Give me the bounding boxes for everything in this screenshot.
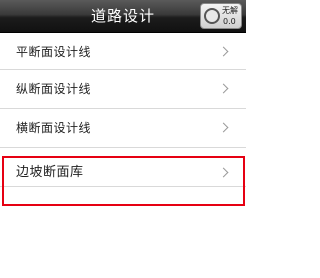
- menu-item-profile-design-line[interactable]: 纵断面设计线: [0, 70, 246, 109]
- chevron-right-icon: [218, 83, 229, 94]
- chevron-right-icon: [218, 122, 229, 133]
- menu-item-cross-section-design-line[interactable]: 横断面设计线: [0, 109, 246, 148]
- chevron-right-icon: [218, 46, 229, 57]
- status-value: 0.0: [223, 17, 236, 26]
- circle-status-icon: [204, 8, 220, 24]
- title-bar: 道路设计 无解 0.0: [0, 0, 246, 33]
- menu-item-plan-design-line[interactable]: 平断面设计线: [0, 33, 246, 70]
- highlight-box: [2, 156, 245, 206]
- menu-item-label: 纵断面设计线: [16, 82, 92, 96]
- menu-item-label: 横断面设计线: [16, 121, 92, 135]
- app-screen: 道路设计 无解 0.0 平断面设计线 纵断面设计线 横断面设计线 边坡断面库: [0, 0, 246, 278]
- status-label: 无解: [222, 6, 238, 15]
- status-button[interactable]: 无解 0.0: [200, 3, 242, 29]
- menu-item-label: 平断面设计线: [16, 45, 92, 59]
